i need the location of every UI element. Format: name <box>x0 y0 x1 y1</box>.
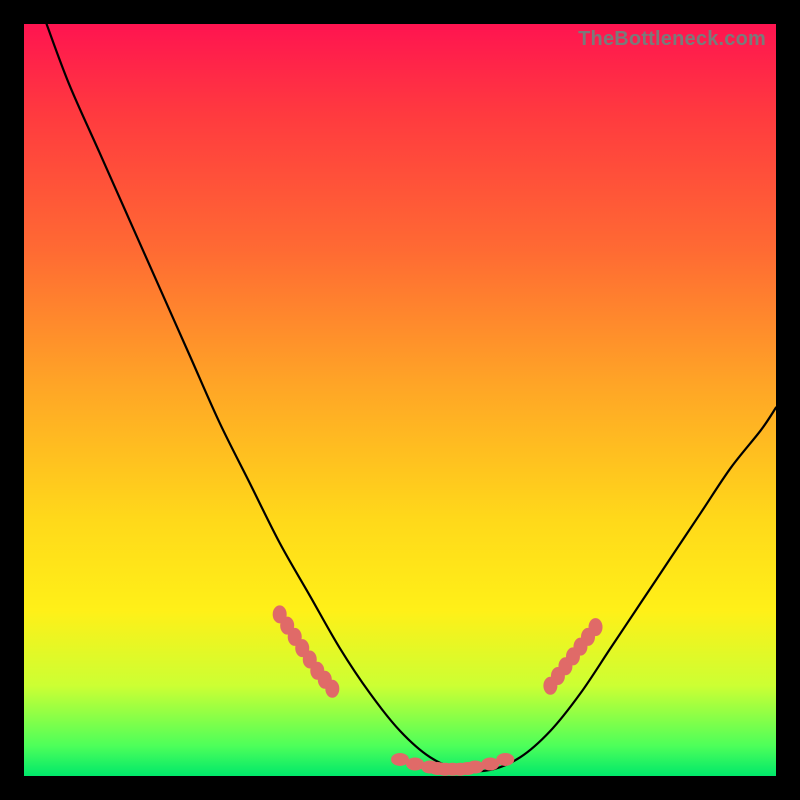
highlighted-markers <box>273 605 603 775</box>
marker-dot <box>325 680 339 698</box>
marker-dot <box>589 618 603 636</box>
gradient-plot-area: TheBottleneck.com <box>24 24 776 776</box>
marker-dot <box>496 753 514 766</box>
bottleneck-curve <box>47 24 776 772</box>
curve-layer <box>24 24 776 776</box>
outer-frame: TheBottleneck.com <box>0 0 800 800</box>
